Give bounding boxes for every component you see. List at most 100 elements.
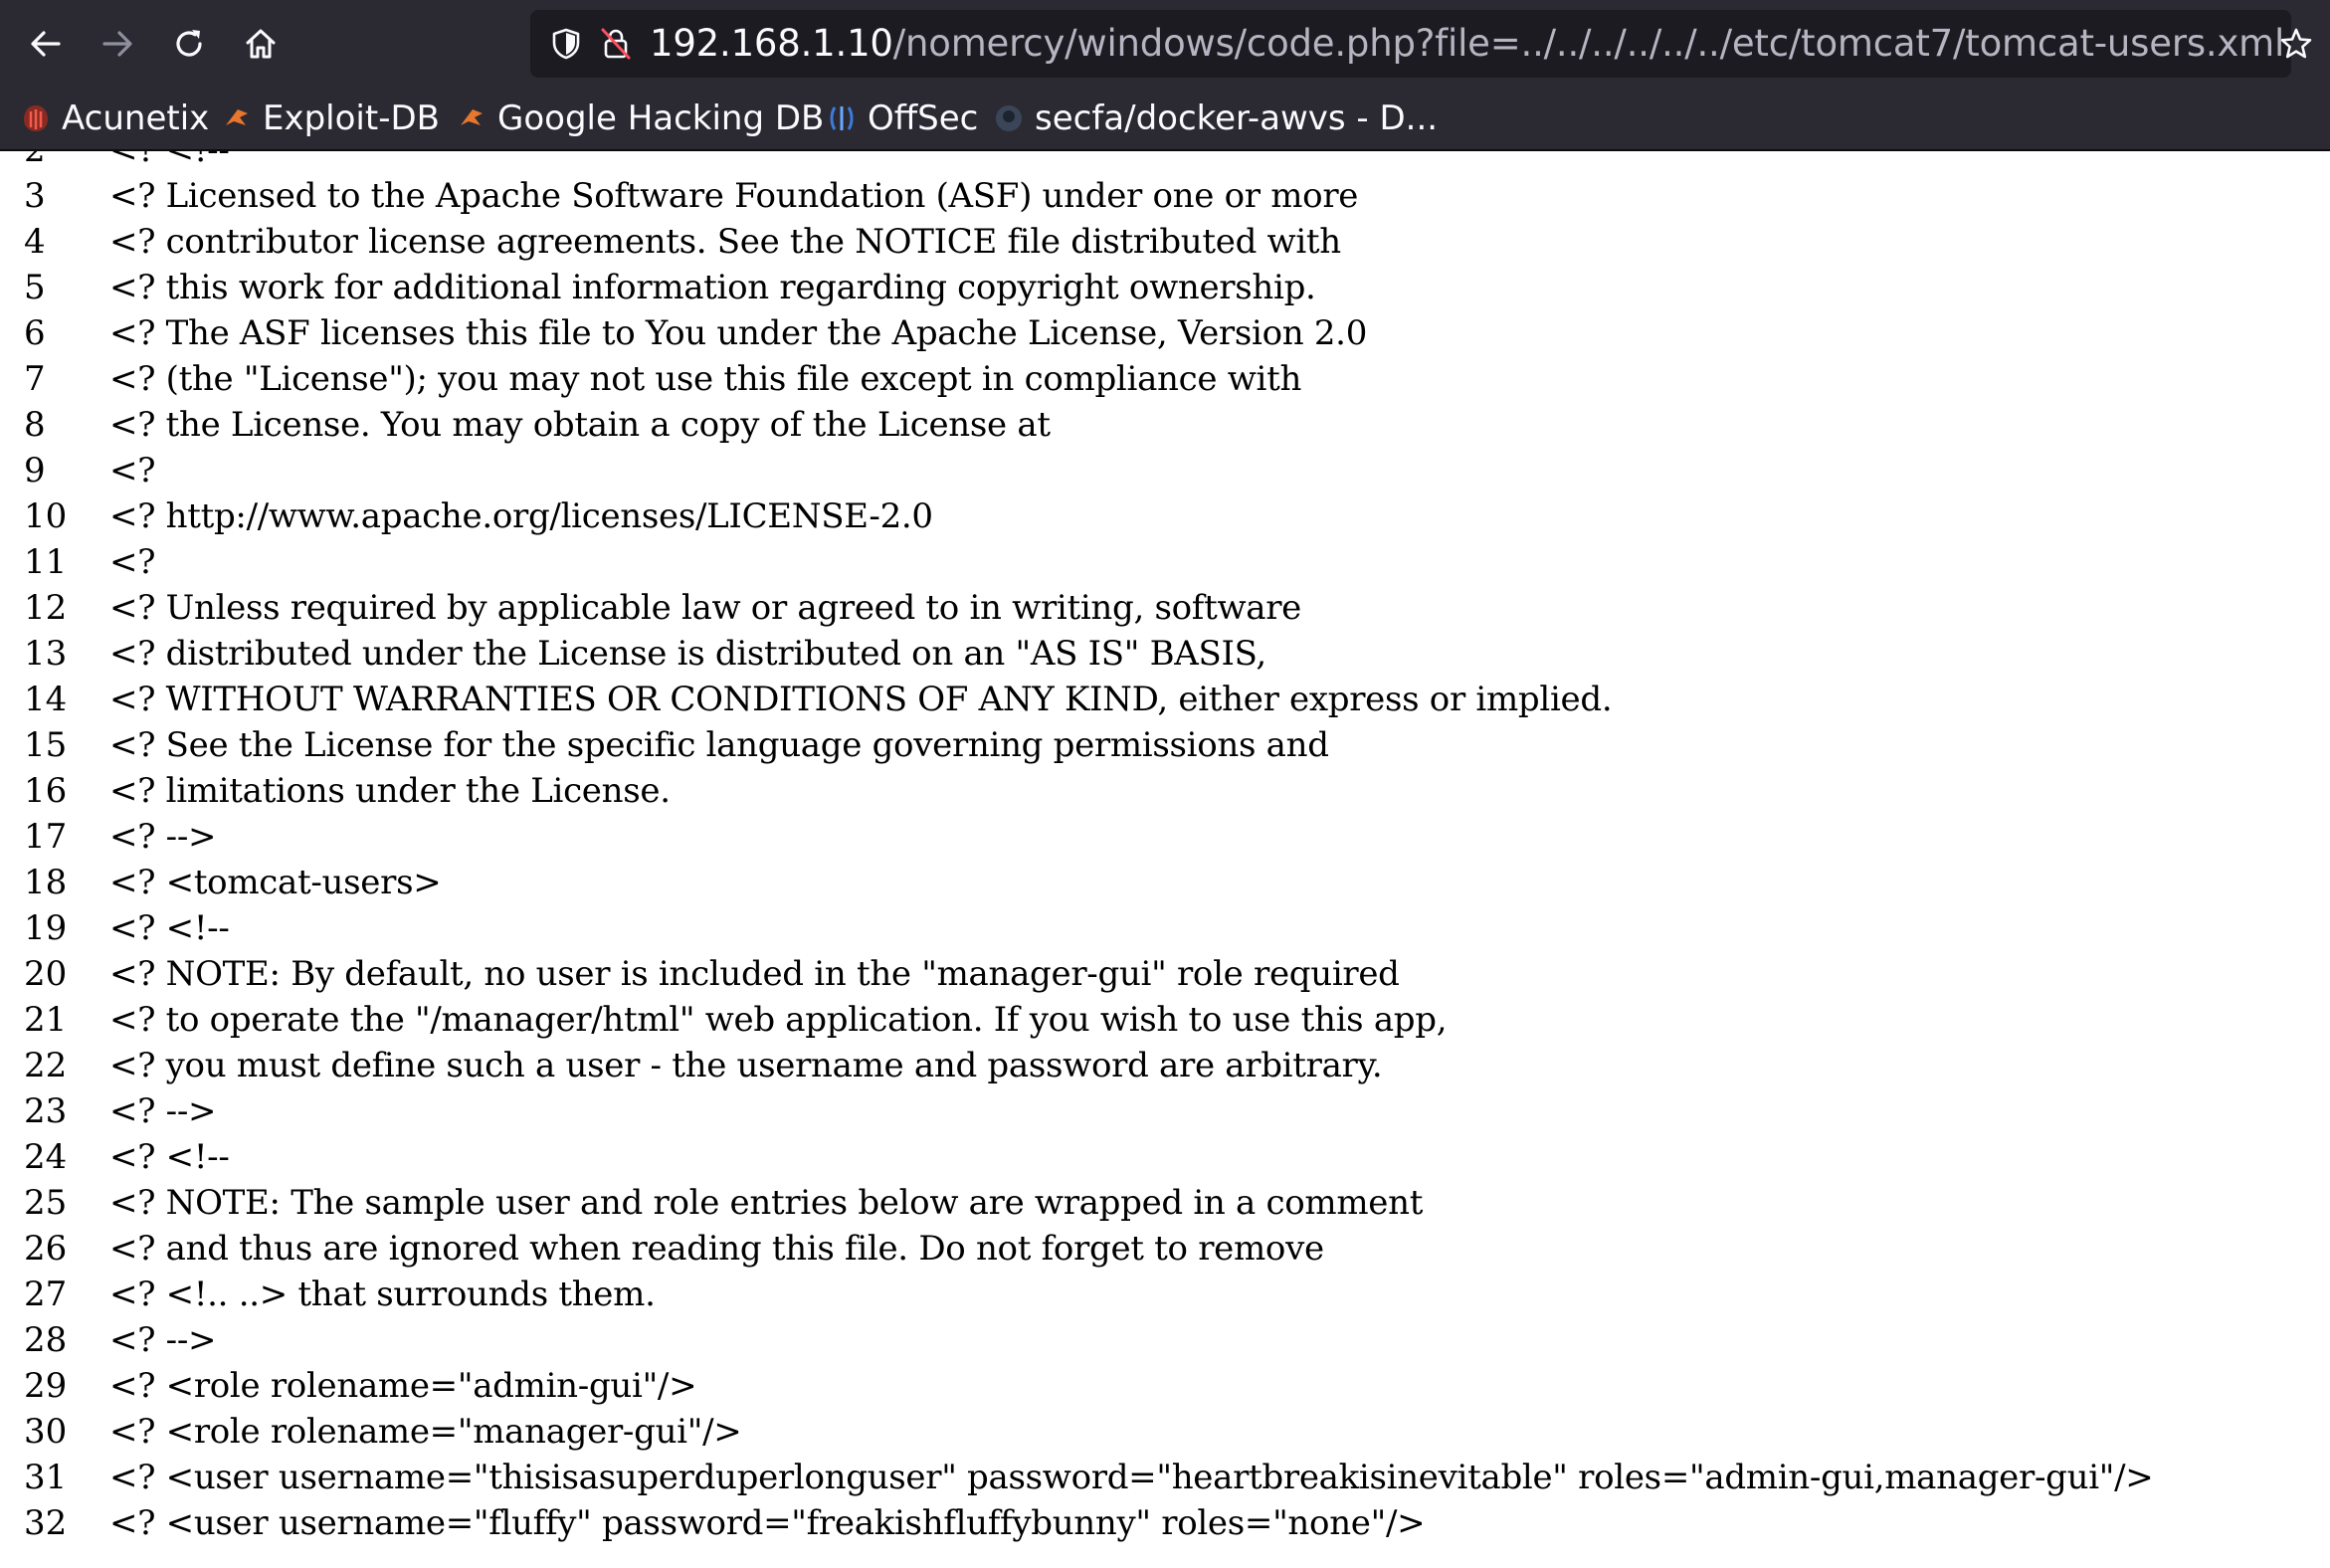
line-text: <? <!-- — [109, 908, 230, 948]
code-line: 22 <? you must define such a user - the u… — [0, 1043, 2330, 1088]
line-text: <? <!-- — [109, 1137, 230, 1177]
code-line: 26 <? and thus are ignored when reading t… — [0, 1226, 2330, 1272]
line-text: <? contributor license agreements. See t… — [109, 222, 1341, 262]
line-number: 21 — [24, 1000, 68, 1040]
bookmark-label: Exploit-DB — [263, 98, 440, 138]
code-line: 14 <? WITHOUT WARRANTIES OR CONDITIONS OF… — [0, 677, 2330, 722]
bookmark-acunetix[interactable]: Acunetix — [20, 94, 209, 143]
line-number: 17 — [24, 817, 68, 857]
forward-button[interactable] — [90, 16, 145, 72]
line-text: <? Unless required by applicable law or … — [109, 588, 1302, 628]
line-text: <? (the "License"); you may not use this… — [109, 359, 1302, 399]
line-number: 28 — [24, 1320, 68, 1360]
code-line: 10 <? http://www.apache.org/licenses/LICE… — [0, 493, 2330, 539]
home-button[interactable] — [233, 16, 289, 72]
bookmark-exploit-db[interactable]: Exploit-DB — [221, 94, 440, 143]
url-host: 192.168.1.10 — [650, 22, 893, 65]
home-icon — [246, 29, 276, 59]
line-number: 32 — [24, 1503, 68, 1543]
line-text: <? WITHOUT WARRANTIES OR CONDITIONS OF A… — [109, 680, 1613, 719]
code-line: 23 <? --> — [0, 1088, 2330, 1134]
url-bar[interactable]: 192.168.1.10/nomercy/windows/code.php?fi… — [530, 10, 2291, 78]
star-icon — [2280, 28, 2312, 59]
code-line: 7 <? (the "License"); you may not use thi… — [0, 356, 2330, 402]
line-number: 16 — [24, 771, 68, 811]
code-line: 4 <? contributor license agreements. See … — [0, 219, 2330, 265]
line-text: <? — [109, 542, 156, 582]
line-number: 24 — [24, 1137, 68, 1177]
code-line: 18 <? <tomcat-users> — [0, 860, 2330, 905]
line-number: 22 — [24, 1046, 68, 1085]
back-button[interactable] — [18, 16, 74, 72]
code-line: 9 <? — [0, 448, 2330, 493]
code-line: 30 <? <role rolename="manager-gui"/> — [0, 1409, 2330, 1455]
bookmark-star-button[interactable] — [2268, 16, 2324, 72]
ghdb-icon — [456, 102, 487, 134]
line-number: 4 — [24, 222, 46, 262]
code-line: 8 <? the License. You may obtain a copy o… — [0, 402, 2330, 448]
tracking-protection-button[interactable] — [540, 18, 592, 70]
line-number: 11 — [24, 542, 68, 582]
line-number: 5 — [24, 268, 46, 307]
line-number: 3 — [24, 176, 46, 216]
code-line: 12 <? Unless required by applicable law o… — [0, 585, 2330, 631]
code-line: 19 <? <!-- — [0, 905, 2330, 951]
bookmark-label: Acunetix — [62, 98, 210, 138]
code-line: 17 <? --> — [0, 814, 2330, 860]
line-text: <? the License. You may obtain a copy of… — [109, 405, 1051, 445]
code-line: 28 <? --> — [0, 1317, 2330, 1363]
line-number: 31 — [24, 1458, 68, 1497]
code-line: 24 <? <!-- — [0, 1134, 2330, 1180]
code-line: 29 <? <role rolename="admin-gui"/> — [0, 1363, 2330, 1409]
line-text: <? limitations under the License. — [109, 771, 671, 811]
code-line: 6 <? The ASF licenses this file to You un… — [0, 310, 2330, 356]
code-line: 2 <? <!-- — [0, 151, 2330, 173]
exploit-db-icon — [221, 102, 253, 134]
bookmarks-toolbar: Acunetix Exploit-DB Google Hacking DB Of… — [0, 88, 2330, 149]
reload-button[interactable] — [161, 16, 217, 72]
code-line: 31 <? <user username="thisisasuperduperlo… — [0, 1455, 2330, 1500]
line-text: <? <user username="fluffy" password="fre… — [109, 1503, 1426, 1543]
line-number: 8 — [24, 405, 46, 445]
bookmark-offsec[interactable]: OffSec — [826, 94, 978, 143]
line-text: <? you must define such a user - the use… — [109, 1046, 1383, 1085]
line-number: 25 — [24, 1183, 68, 1223]
bookmark-google-hacking-db[interactable]: Google Hacking DB — [456, 94, 824, 143]
line-number: 20 — [24, 954, 68, 994]
line-text: <? http://www.apache.org/licenses/LICENS… — [109, 496, 933, 536]
line-number: 13 — [24, 634, 68, 674]
line-number: 29 — [24, 1366, 68, 1406]
bookmark-label: Google Hacking DB — [497, 98, 825, 138]
line-text: <? See the License for the specific lang… — [109, 725, 1329, 765]
line-number: 9 — [24, 451, 46, 490]
line-number: 26 — [24, 1229, 68, 1269]
acunetix-icon — [20, 102, 52, 134]
code-line: 11 <? — [0, 539, 2330, 585]
line-text: <? NOTE: The sample user and role entrie… — [109, 1183, 1424, 1223]
code-line: 13 <? distributed under the License is di… — [0, 631, 2330, 677]
navigation-toolbar: 192.168.1.10/nomercy/windows/code.php?fi… — [0, 0, 2330, 88]
line-number: 12 — [24, 588, 68, 628]
line-number: 2 — [24, 151, 46, 173]
line-text: <? <!-- — [109, 151, 230, 173]
bookmark-label: secfa/docker-awvs - D... — [1035, 98, 1439, 138]
code-line: 16 <? limitations under the License. — [0, 768, 2330, 814]
line-number: 14 — [24, 680, 68, 719]
line-text: <? <user username="thisisasuperduperlong… — [109, 1458, 2154, 1497]
line-text: <? <role rolename="admin-gui"/> — [109, 1366, 697, 1406]
line-text: <? and thus are ignored when reading thi… — [109, 1229, 1324, 1269]
connection-security-button[interactable] — [590, 18, 642, 70]
url-text[interactable]: 192.168.1.10/nomercy/windows/code.php?fi… — [650, 10, 2284, 78]
insecure-lock-icon — [601, 28, 631, 60]
line-number: 18 — [24, 863, 68, 902]
line-text: <? Licensed to the Apache Software Found… — [109, 176, 1359, 216]
bookmark-secfa-docker-awvs[interactable]: secfa/docker-awvs - D... — [993, 94, 1438, 143]
line-number: 23 — [24, 1091, 68, 1131]
code-line: 5 <? this work for additional information… — [0, 265, 2330, 310]
github-icon — [993, 102, 1025, 134]
line-text: <? <!.. ..> that surrounds them. — [109, 1274, 656, 1314]
file-listing: 2 <? <!-- 3 <? Licensed to the Apache Softw… — [0, 151, 2330, 1546]
reload-icon — [176, 30, 202, 57]
line-number: 19 — [24, 908, 68, 948]
bookmark-label: OffSec — [868, 98, 979, 138]
